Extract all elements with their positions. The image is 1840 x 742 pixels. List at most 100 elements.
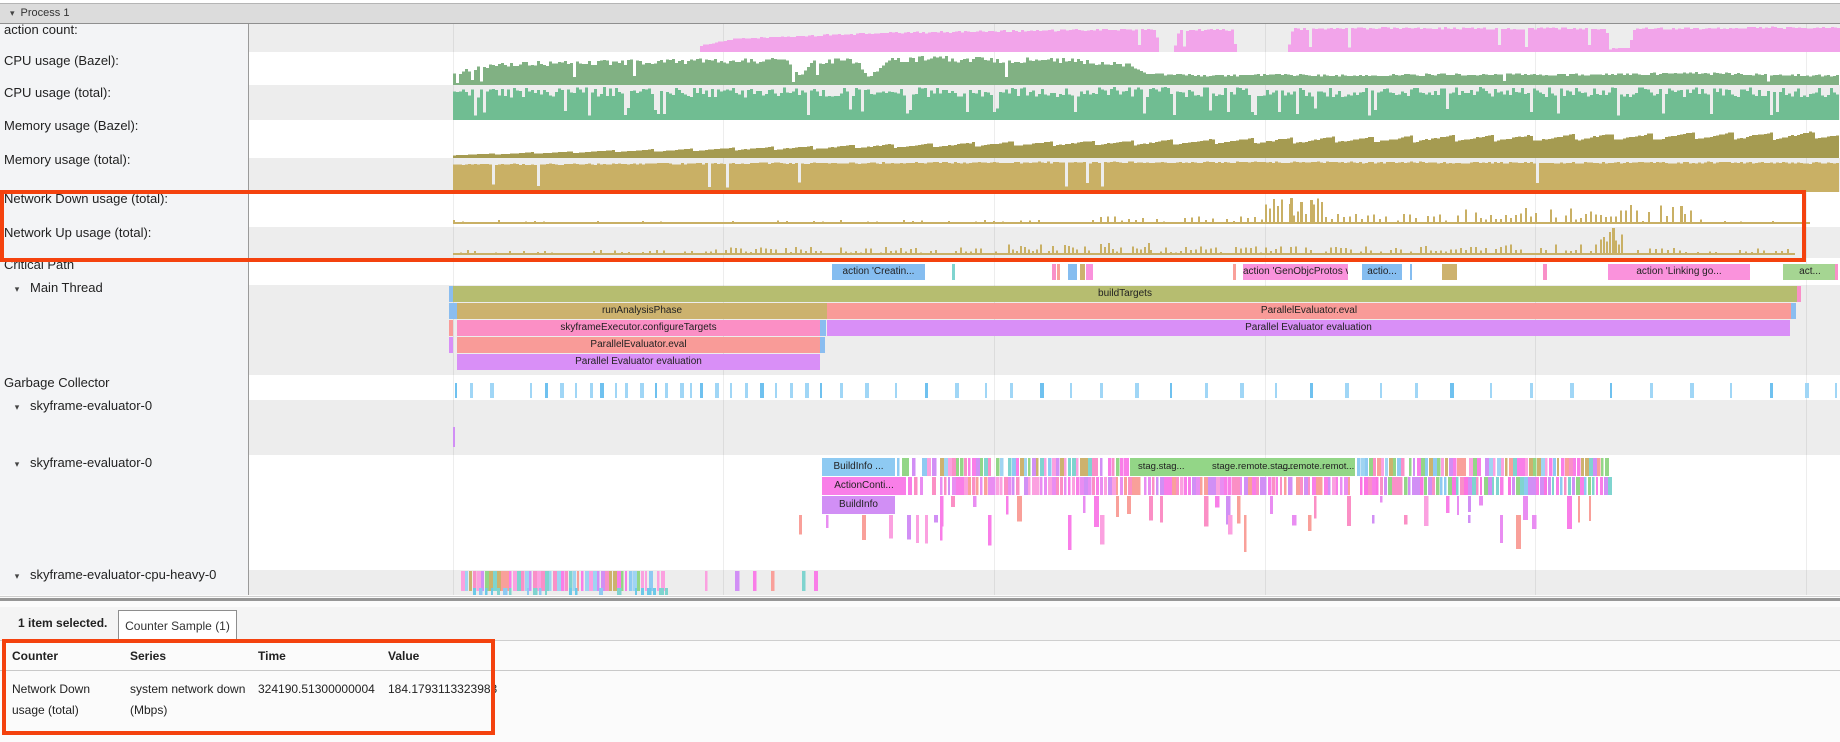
counter-spike	[597, 221, 599, 224]
counter-bar	[615, 164, 618, 192]
counter-bar	[1713, 136, 1716, 158]
counter-bar	[1188, 90, 1191, 120]
counter-spike	[1088, 250, 1090, 255]
evaluator-slice-texture	[1484, 477, 1488, 495]
collapse-arrow-icon[interactable]: ▾	[4, 571, 30, 582]
counter-bar	[1371, 137, 1374, 158]
collapse-arrow-icon[interactable]: ▾	[10, 8, 15, 18]
counter-bar	[849, 145, 852, 158]
counter-bar	[1129, 29, 1132, 52]
counter-bar	[1801, 28, 1804, 52]
counter-bar	[1758, 135, 1761, 158]
counter-spike	[1395, 248, 1397, 255]
evaluator-slice-texture	[1561, 458, 1564, 476]
counter-bar	[1344, 163, 1347, 192]
counter-bar	[576, 61, 579, 85]
counter-bar	[1671, 136, 1674, 158]
counter-bar	[1674, 163, 1677, 192]
counter-spike	[705, 251, 707, 255]
counter-bar	[990, 58, 993, 85]
collapse-arrow-icon[interactable]: ▾	[4, 284, 30, 295]
counter-bar	[564, 111, 567, 120]
counter-bar	[787, 37, 790, 52]
evaluator-slice-texture	[1532, 477, 1536, 495]
counter-bar	[1725, 134, 1728, 158]
counter-bar	[1353, 163, 1356, 192]
gc-tick	[1415, 383, 1418, 398]
counter-bar	[979, 30, 982, 52]
gc-tick	[1690, 383, 1694, 398]
sidebar-track-garbage-collector[interactable]: Garbage Collector	[4, 375, 110, 390]
counter-bar	[945, 146, 948, 158]
counter-bar	[678, 150, 681, 158]
counter-bar	[1347, 162, 1350, 192]
counter-spike	[1107, 216, 1109, 224]
sidebar-track-cpu-usage-total[interactable]: CPU usage (total):	[4, 85, 111, 100]
counter-bar	[1107, 65, 1110, 85]
counter-bar	[726, 188, 729, 192]
sidebar-track-network-up-usage-total[interactable]: Network Up usage (total):	[4, 225, 151, 240]
counter-bar	[732, 60, 735, 85]
counter-bar	[1689, 163, 1692, 192]
counter-bar	[739, 39, 742, 52]
sidebar-track-critical-path[interactable]: Critical Path	[4, 257, 74, 272]
counter-bar	[969, 163, 972, 192]
counter-bar	[852, 145, 855, 158]
sidebar-track-network-down-usage-total[interactable]: Network Down usage (total):	[4, 191, 168, 206]
counter-bar	[1761, 162, 1764, 192]
sidebar-track-skyframe-evaluator-0[interactable]: ▾skyframe-evaluator-0	[4, 398, 152, 413]
counter-bar	[573, 164, 576, 192]
details-tabbar: 1 item selected. Counter Sample (1)	[0, 607, 1840, 641]
evaluator-slice-texture	[1060, 458, 1064, 476]
counter-bar	[795, 72, 798, 85]
evaluator-slice-texture	[1577, 458, 1580, 476]
counter-bar	[795, 147, 798, 158]
counter-bar	[1677, 135, 1680, 158]
counter-bar	[1081, 31, 1084, 52]
counter-spike	[790, 252, 792, 255]
counter-spike	[1076, 249, 1078, 255]
counter-bar	[1200, 76, 1203, 85]
sidebar-track-skyframe-evaluator-0[interactable]: ▾skyframe-evaluator-0	[4, 455, 152, 470]
evaluator-slice-texture	[561, 571, 564, 591]
collapse-arrow-icon[interactable]: ▾	[4, 402, 30, 413]
sidebar-track-skyframe-evaluator-cpu-heavy-0[interactable]: ▾skyframe-evaluator-cpu-heavy-0	[4, 567, 216, 582]
sidebar-track-memory-usage-bazel[interactable]: Memory usage (Bazel):	[4, 118, 138, 133]
counter-bar	[1497, 74, 1500, 85]
evaluator-slice-texture	[473, 588, 476, 595]
counter-bar	[636, 61, 639, 85]
counter-bar	[1104, 144, 1107, 158]
counter-bar	[981, 96, 984, 120]
counter-bar	[468, 155, 471, 158]
counter-bar	[1015, 31, 1018, 52]
counter-bar	[1135, 30, 1138, 52]
counter-bar	[1068, 163, 1071, 192]
counter-bar	[1047, 142, 1050, 158]
counter-spike	[1205, 220, 1207, 224]
counter-bar	[1278, 74, 1281, 85]
counter-bar	[762, 61, 765, 85]
counter-bar	[1017, 62, 1020, 85]
counter-bar	[879, 146, 882, 158]
panel-separator[interactable]	[0, 595, 1840, 607]
counter-bar	[1300, 30, 1303, 52]
sidebar-track-cpu-usage-bazel[interactable]: CPU usage (Bazel):	[4, 53, 119, 68]
tab-counter-sample[interactable]: Counter Sample (1)	[118, 610, 237, 642]
sidebar-track-memory-usage-total[interactable]: Memory usage (total):	[4, 152, 130, 167]
sidebar-track-main-thread[interactable]: ▾Main Thread	[4, 280, 103, 295]
counter-bar	[1569, 74, 1572, 85]
sidebar-track-action-count[interactable]: action count:	[4, 22, 78, 37]
counter-spike	[670, 253, 672, 255]
counter-bar	[858, 89, 861, 120]
collapse-arrow-icon[interactable]: ▾	[4, 459, 30, 470]
counter-spike	[509, 251, 511, 255]
counter-bar	[1198, 29, 1201, 52]
counter-bar	[1632, 74, 1635, 85]
process-group-header[interactable]: ▾Process 1	[0, 3, 1840, 24]
counter-bar	[1146, 97, 1149, 120]
counter-bar	[1779, 74, 1782, 85]
counter-bar	[1428, 163, 1431, 192]
counter-bar	[1740, 138, 1743, 158]
counter-bar	[474, 164, 477, 192]
counter-bar	[627, 151, 630, 158]
